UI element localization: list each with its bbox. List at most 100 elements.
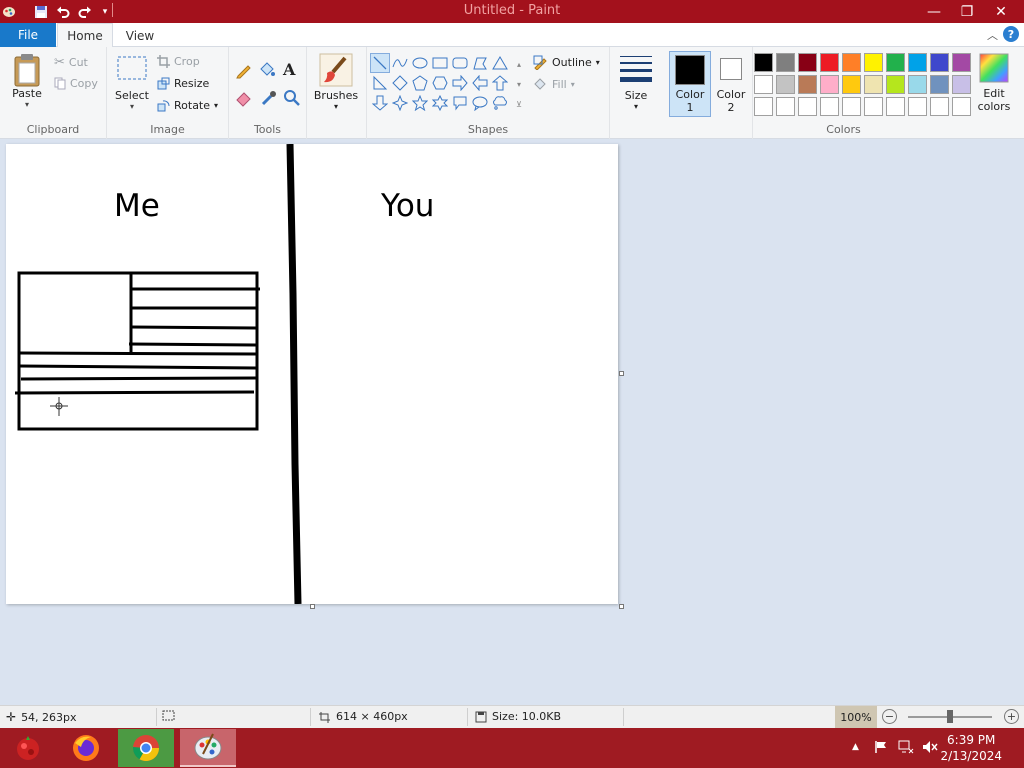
maximize-button[interactable]: ❐ (950, 0, 984, 23)
eraser-icon[interactable] (235, 89, 253, 107)
tab-home[interactable]: Home (57, 23, 113, 48)
show-hidden-icons[interactable]: ▲ (852, 742, 859, 752)
cloud-callout-shape-icon[interactable] (490, 93, 510, 113)
file-menu-button[interactable]: File (0, 23, 56, 47)
firefox-icon[interactable] (58, 729, 114, 767)
status-separator (156, 708, 157, 726)
color-picker-icon[interactable] (260, 89, 278, 107)
pentagon-shape-icon[interactable] (410, 73, 430, 93)
disk-icon (475, 711, 487, 723)
clipboard-icon (12, 53, 42, 87)
collapse-ribbon-icon[interactable]: ︿ (987, 27, 998, 43)
fill-icon[interactable] (258, 61, 276, 79)
fill-shape-button[interactable]: Fill ▾ (533, 77, 575, 92)
taskbar: ▲ 6:39 PM 2/13/2024 (0, 728, 1024, 768)
select-button[interactable]: Select ▾ (115, 55, 149, 111)
network-icon[interactable] (898, 740, 914, 757)
flag-stripe (130, 325, 258, 330)
four-point-star-shape-icon[interactable] (390, 93, 410, 113)
color1-button[interactable]: Color 1 (669, 51, 711, 117)
taskbar-app-icon[interactable] (0, 729, 56, 767)
crop-button[interactable]: Crop (157, 55, 200, 68)
curve-shape-icon[interactable] (390, 53, 410, 73)
right-triangle-shape-icon[interactable] (370, 73, 390, 93)
resize-handle-corner[interactable] (619, 604, 624, 609)
magnifier-icon[interactable] (283, 89, 301, 107)
color1-swatch (675, 55, 705, 85)
canvas-label-you: You (381, 188, 435, 224)
rounded-rectangle-shape-icon[interactable] (450, 53, 470, 73)
status-bar: ✛ 54, 263px 614 × 460px Size: 10.0KB 100… (0, 705, 1024, 728)
status-separator (467, 708, 468, 726)
copy-button[interactable]: Copy (54, 77, 98, 90)
title-bar: ▾ Untitled - Paint — ❐ ✕ (0, 0, 1024, 23)
action-center-flag-icon[interactable] (874, 740, 888, 757)
pencil-icon[interactable] (235, 61, 253, 79)
zoom-slider-thumb[interactable] (947, 710, 953, 723)
diamond-shape-icon[interactable] (390, 73, 410, 93)
colors-group: Colors (752, 47, 1024, 139)
zoom-in-button[interactable]: + (1004, 709, 1019, 724)
resize-handle-bottom[interactable] (310, 604, 315, 609)
clock-date: 2/13/2024 (940, 749, 1002, 763)
size-button[interactable]: Size ▾ (616, 53, 656, 111)
fill-dropdown-icon: ▾ (570, 80, 575, 89)
oval-callout-shape-icon[interactable] (470, 93, 490, 113)
flag-stripe (14, 390, 255, 395)
file-size-text: Size: 10.0KB (492, 710, 562, 723)
up-arrow-shape-icon[interactable] (490, 73, 510, 93)
zoom-level[interactable]: 100% (835, 706, 877, 728)
flag-stripe (18, 351, 258, 356)
paint-icon[interactable] (180, 729, 236, 767)
outline-label: Outline (552, 56, 592, 69)
polygon-shape-icon[interactable] (470, 53, 490, 73)
cut-button[interactable]: ✂ Cut (54, 55, 88, 70)
chrome-icon[interactable] (118, 729, 174, 767)
resize-handle-right[interactable] (619, 371, 624, 376)
canvas-label-me: Me (114, 188, 160, 224)
rectangle-shape-icon[interactable] (430, 53, 450, 73)
zoom-out-button[interactable]: − (882, 709, 897, 724)
system-clock[interactable]: 6:39 PM 2/13/2024 (940, 732, 1002, 764)
six-point-star-shape-icon[interactable] (430, 93, 450, 113)
minimize-button[interactable]: — (917, 0, 951, 23)
line-shape-icon[interactable] (370, 53, 390, 73)
crosshair-cursor-icon (50, 397, 68, 416)
paste-label: Paste (12, 87, 42, 100)
outline-dropdown-icon: ▾ (595, 58, 600, 67)
oval-shape-icon[interactable] (410, 53, 430, 73)
right-arrow-shape-icon[interactable] (450, 73, 470, 93)
rounded-callout-shape-icon[interactable] (450, 93, 470, 113)
status-separator (310, 708, 311, 726)
tab-view[interactable]: View (117, 23, 163, 48)
volume-muted-icon[interactable] (922, 740, 938, 757)
color2-button[interactable]: Color 2 (712, 55, 750, 114)
image-group: Select ▾ Crop Resize Rotate ▾ Image (107, 47, 229, 139)
resize-button[interactable]: Resize (157, 77, 209, 90)
close-button[interactable]: ✕ (984, 0, 1018, 23)
crop-icon (157, 55, 170, 68)
drawing-canvas[interactable]: Me You (6, 144, 618, 604)
outline-button[interactable]: Outline ▾ (533, 55, 600, 70)
shapes-scroll[interactable]: ▴ ▾ ⊻ (514, 55, 524, 115)
canvas-size: 614 × 460px (318, 710, 408, 723)
size-label: Size (624, 89, 648, 102)
paste-button[interactable]: Paste ▾ (8, 53, 46, 109)
selection-size (162, 710, 175, 722)
left-arrow-shape-icon[interactable] (470, 73, 490, 93)
fill-label: Fill (552, 78, 567, 91)
ribbon: Paste ▾ ✂ Cut Copy Clipboard Select ▾ Cr… (0, 47, 1024, 139)
help-icon[interactable]: ? (1003, 26, 1019, 42)
triangle-shape-icon[interactable] (490, 53, 510, 73)
hexagon-shape-icon[interactable] (430, 73, 450, 93)
down-arrow-shape-icon[interactable] (370, 93, 390, 113)
five-point-star-shape-icon[interactable] (410, 93, 430, 113)
copy-icon (54, 77, 66, 90)
flag-stripe (18, 364, 259, 370)
rotate-button[interactable]: Rotate ▾ (157, 99, 218, 112)
text-icon[interactable]: A (283, 60, 295, 79)
flag-stripe (20, 376, 258, 381)
brushes-button[interactable]: Brushes ▾ (312, 53, 360, 111)
cut-label: Cut (68, 56, 88, 69)
brushes-dropdown-icon: ▾ (333, 102, 338, 111)
